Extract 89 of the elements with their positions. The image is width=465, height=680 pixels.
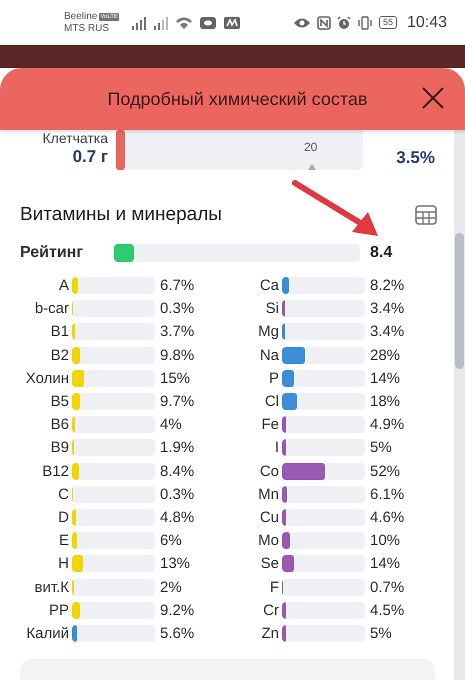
nutrient-name: Zn [260,624,280,642]
percent-value: 9.8% [160,346,194,364]
battery-indicator: 55 [378,16,397,29]
table-icon [415,205,437,225]
percent-value: 14% [370,370,400,387]
percent-value: 18% [370,393,400,410]
alarm-icon [336,16,351,30]
percent-value: 5% [370,624,392,642]
nutrient-amount: 0.7 г [72,147,108,167]
table-view-button[interactable] [415,205,437,225]
percent-value: 4.8% [160,508,194,526]
percent-value: 8.2% [370,277,404,294]
percent-value: 4.5% [370,602,404,619]
percent-value: 4% [160,416,182,434]
scrollbar-thumb[interactable] [455,233,464,369]
dialog-title: Подробный химический состав [107,88,368,110]
section-title: Витамины и минералы [20,204,222,226]
nutrient-name: P [268,370,280,387]
nutrient-name: PP [48,602,70,619]
nutrient-name: H [57,555,70,572]
nutrient-name: Холин [24,370,70,387]
close-button[interactable] [421,86,445,110]
nutrient-name: Mg [257,323,280,340]
percent-value: 6% [160,532,182,550]
wifi-icon [174,16,193,30]
percent-value: 15% [160,370,190,387]
percent-value: 3.4% [370,300,404,318]
nutrient-name: Cu [258,508,280,526]
norm-marker: 20 [304,140,318,154]
nutrient-name: Na [258,346,280,364]
nutrient-name: Калий [25,624,70,642]
carrier-name: Beeline [64,10,98,22]
nutrient-name: Si [264,300,280,318]
percent-value: 9.7% [160,393,194,410]
nutrient-name: Клетчатка [42,130,108,147]
percent-value: 28% [370,346,400,364]
nfc-icon [316,16,331,30]
rating-label: Рейтинг [20,244,84,262]
clock-time: 10:43 [406,14,447,32]
nutrient-name: A [58,277,70,294]
nutrient-name: Fe [260,416,280,434]
nutrient-name: Se [260,555,280,572]
vibrate-icon [356,16,373,30]
percent-value: 10% [370,532,400,550]
nutrient-name: C [57,486,70,503]
percent-value: 4.9% [370,416,404,434]
percent-value: 2% [160,578,182,596]
nutrient-name: B5 [50,393,70,410]
eye-icon [292,16,311,28]
nutrient-name: B12 [41,462,70,480]
rating-value: 8.4 [370,244,392,262]
nutrient-name: Ca [258,277,280,294]
percent-value: 14% [370,555,400,572]
nutrient-name: D [57,508,70,526]
nutrient-name: B6 [50,416,70,434]
percent-value: 5.6% [160,624,194,642]
signal-icon [130,16,147,30]
signal-icon [152,16,169,30]
percent-value: 6.1% [370,486,404,503]
percent-value: 3.7% [160,323,194,340]
nutrient-name: I [274,439,280,456]
percent-value: 52% [370,462,400,480]
percent-value: 13% [160,555,190,572]
nutrient-name: b-car [34,300,70,318]
close-icon [421,86,445,110]
nutrient-name: Cr [262,602,280,619]
percent-value: 6.7% [160,277,194,294]
percent-value: 5% [370,439,392,456]
percent-value: 8.4% [160,462,194,480]
nutrient-name: B1 [50,323,70,340]
percent-value: 0.3% [160,300,194,318]
nutrient-name: вит.К [34,578,70,596]
percent-value: 0.7% [370,578,404,596]
percent-value: 3.5% [395,147,435,169]
carrier-name: MTS RUS [64,22,110,34]
nutrient-name: Cl [264,393,280,410]
nutrient-name: Mo [257,532,280,550]
nutrient-name: B2 [50,346,70,364]
percent-value: 0.3% [160,486,194,503]
marker-tick-icon [308,164,316,170]
percent-value: 4.6% [370,508,404,526]
nutrient-name: Co [258,462,280,480]
nutrient-name: Mn [257,486,280,503]
nutrient-name: E [58,532,70,550]
nutrient-name: B9 [50,439,70,456]
percent-value: 9.2% [160,602,194,619]
percent-value: 1.9% [160,439,194,456]
nutrient-name: F [268,578,280,596]
percent-value: 3.4% [370,323,404,340]
